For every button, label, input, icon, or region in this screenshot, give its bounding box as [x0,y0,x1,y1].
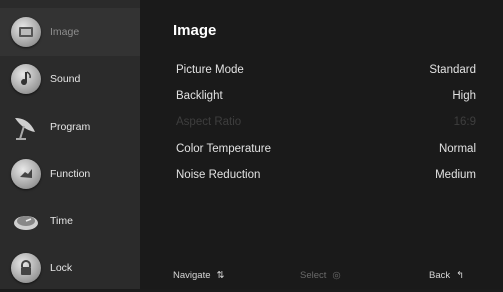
sidebar-item-label: Image [50,26,80,38]
setting-label: Backlight [176,90,223,102]
select-ok-icon: ◎ [332,270,341,281]
footer-select-hint: Select ◎ [300,270,341,281]
footer-navigate-hint: Navigate ⇅ [173,270,224,281]
sidebar-item-function[interactable]: Function [0,150,140,198]
sidebar-item-label: Time [50,215,73,227]
image-icon [11,17,41,47]
setting-value: Normal [438,143,476,155]
sidebar: Image Sound Program Function Time Lock [0,0,140,289]
setting-label: Aspect Ratio [176,116,242,128]
page-title: Image [173,22,217,39]
setting-value: 16:9 [453,116,476,128]
satellite-dish-icon [11,112,41,142]
sidebar-item-label: Sound [50,73,81,85]
setting-value: Medium [435,169,476,181]
sidebar-item-sound[interactable]: Sound [0,55,140,103]
sidebar-item-label: Function [50,168,91,180]
settings-panel: Image Picture Mode Standard Backlight Hi… [140,0,503,289]
setting-value: Standard [429,64,476,76]
footer-back-label: Back [429,270,451,281]
sidebar-item-program[interactable]: Program [0,103,140,151]
setting-label: Noise Reduction [176,169,261,181]
sidebar-item-lock[interactable]: Lock [0,244,140,292]
footer-back-hint: Back ↰ [429,270,464,281]
sidebar-item-time[interactable]: Time [0,197,140,245]
sidebar-item-label: Program [50,121,91,133]
sidebar-item-label: Lock [50,262,73,274]
setting-aspect-ratio: Aspect Ratio 16:9 [176,116,476,134]
back-arrow-icon: ↰ [456,270,465,281]
setting-picture-mode[interactable]: Picture Mode Standard [176,64,476,82]
setting-label: Picture Mode [176,64,244,76]
setting-backlight[interactable]: Backlight High [176,90,476,108]
footer-select-label: Select [300,270,327,281]
lock-icon [11,253,41,283]
setting-color-temperature[interactable]: Color Temperature Normal [176,143,476,161]
setting-value: High [452,90,476,102]
setting-label: Color Temperature [176,143,272,155]
footer-navigate-label: Navigate [173,270,211,281]
setting-noise-reduction[interactable]: Noise Reduction Medium [176,169,476,187]
function-icon [11,159,41,189]
clock-icon [11,206,41,236]
sidebar-item-image[interactable]: Image [0,8,140,56]
music-note-icon [11,64,41,94]
navigate-arrows-icon: ⇅ [216,270,225,281]
